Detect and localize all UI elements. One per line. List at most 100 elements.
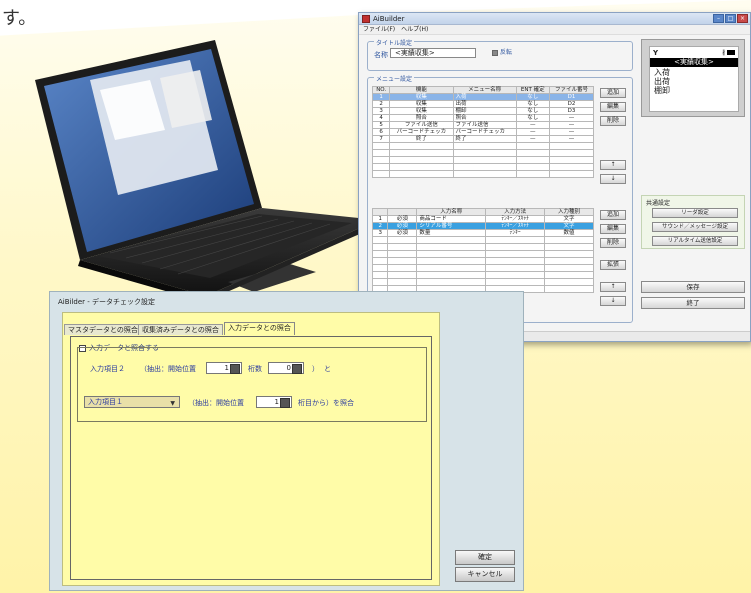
menu-delete-button[interactable]: 削除 — [600, 116, 626, 126]
table-cell: 1 — [371, 93, 391, 101]
battery-icon — [727, 50, 735, 55]
table-cell: 3 — [371, 229, 389, 237]
menu-table-row[interactable] — [371, 170, 595, 178]
table-cell: — — [548, 114, 595, 122]
tab-master-data[interactable]: マスタデータとの照合 — [64, 324, 142, 335]
input-table-row[interactable] — [371, 257, 594, 265]
menu-up-button[interactable]: ↑ — [600, 160, 626, 170]
menu-table-row[interactable] — [371, 156, 595, 164]
input-table-row[interactable] — [371, 264, 594, 272]
table-cell — [452, 170, 517, 178]
menu-down-button[interactable]: ↓ — [600, 174, 626, 184]
input-table-row[interactable]: 3 必須 数量 ﾃﾝｷｰ 数値 — [371, 229, 594, 237]
maximize-icon[interactable]: □ — [725, 14, 736, 23]
compare-item-select[interactable]: 入力項目１ ▼ — [84, 396, 180, 408]
table-cell: 文字 — [544, 215, 594, 223]
invert-checkbox-box[interactable] — [492, 50, 498, 56]
input-table-row[interactable] — [371, 250, 594, 258]
table-cell: 収集 — [389, 93, 454, 101]
table-cell — [515, 170, 550, 178]
table-cell — [371, 278, 389, 286]
input-extend-button[interactable]: 拡張 — [600, 260, 626, 270]
table-cell — [452, 163, 517, 171]
table-cell — [387, 236, 418, 244]
menu-file[interactable]: ファイル(F) — [363, 26, 395, 33]
menu-help[interactable]: ヘルプ(H) — [401, 26, 428, 33]
reader-settings-button[interactable]: リーダ設定 — [652, 208, 738, 218]
extract-start-label-1: （抽出：開始位置 — [140, 365, 196, 373]
table-cell: 商品コード — [416, 215, 487, 223]
terminal-preview: Y ∦ <実績収集> 入荷 出荷 棚卸 — [641, 39, 745, 117]
table-cell: 終了 — [389, 135, 454, 143]
table-cell — [452, 142, 517, 150]
ok-button[interactable]: 確定 — [455, 550, 515, 565]
input-table-row[interactable]: 1 必須 商品コード ﾃﾝｷｰ／ｽｷｬﾅ 文字 — [371, 215, 594, 223]
table-cell: なし — [515, 100, 550, 108]
menu-table-row[interactable]: 4 照合 照合 なし — — [371, 114, 595, 122]
terminal-status-bar: Y ∦ — [653, 49, 735, 57]
table-cell — [452, 156, 517, 164]
table-cell: — — [548, 135, 595, 143]
exit-button[interactable]: 終了 — [641, 297, 745, 309]
menu-table-row[interactable] — [371, 163, 595, 171]
table-cell: 必須 — [387, 215, 418, 223]
table-cell: 必須 — [387, 229, 418, 237]
menu-table-row[interactable]: 5 ファイル送信 ファイル送信 — — — [371, 121, 595, 129]
tab-collected-data[interactable]: 収集済みデータとの照合 — [138, 324, 223, 335]
sound-message-settings-button[interactable]: サウンド／メッセージ設定 — [652, 222, 738, 232]
menu-table-row[interactable] — [371, 149, 595, 157]
digits-stepper[interactable]: 0 — [268, 362, 304, 374]
menu-table-row[interactable]: 1 収集 入荷 なし D1 — [371, 93, 595, 101]
invert-checkbox[interactable]: 反転 — [492, 50, 512, 56]
table-cell: 1 — [371, 215, 389, 223]
table-cell: 2 — [371, 222, 389, 230]
menu-table-row[interactable]: 2 収集 出荷 なし D2 — [371, 100, 595, 108]
menu-col-no: NO. — [371, 86, 391, 94]
input-down-button[interactable]: ↓ — [600, 296, 626, 306]
table-cell — [389, 170, 454, 178]
input-add-button[interactable]: 追加 — [600, 210, 626, 220]
menu-table-row[interactable]: 3 収集 棚卸 なし D3 — [371, 107, 595, 115]
realtime-send-settings-button[interactable]: リアルタイム送信設定 — [652, 236, 738, 246]
table-cell — [371, 142, 391, 150]
input-table: 入力名称 入力方法 入力種別 1 必須 商品コード ﾃﾝｷｰ／ｽｷｬﾅ 文字 2 必須 シリア… — [371, 208, 594, 293]
start-position-stepper-2[interactable]: 1 — [256, 396, 292, 408]
menu-table-row[interactable]: 6 バーコードチェッカ バーコードチェッカ — — — [371, 128, 595, 136]
table-cell: 数値 — [544, 229, 594, 237]
window-controls: – □ × — [713, 14, 748, 23]
start-position-stepper-1[interactable]: 1 — [206, 362, 242, 374]
input-up-button[interactable]: ↑ — [600, 282, 626, 292]
table-cell — [387, 271, 418, 279]
save-button[interactable]: 保存 — [641, 281, 745, 293]
table-cell — [371, 170, 391, 178]
input-table-row[interactable] — [371, 271, 594, 279]
cancel-button[interactable]: キャンセル — [455, 567, 515, 582]
menu-table-row[interactable] — [371, 142, 595, 150]
terminal-item: 入荷 — [654, 68, 670, 77]
input-delete-button[interactable]: 削除 — [600, 238, 626, 248]
input-table-row[interactable] — [371, 236, 594, 244]
input-col-no — [371, 208, 389, 216]
input-table-row[interactable] — [371, 243, 594, 251]
window-title: AiBuilder — [373, 15, 405, 23]
table-cell — [371, 236, 389, 244]
menu-table-body: 1 収集 入荷 なし D1 2 収集 出荷 なし D2 3 収集 棚卸 なし D3 4 照合 照合 なし —5 ファイル… — [371, 93, 595, 178]
table-cell: — — [548, 128, 595, 136]
tab-input-data[interactable]: 入力データとの照合 — [224, 322, 295, 335]
minimize-icon[interactable]: – — [713, 14, 724, 23]
input-edit-button[interactable]: 編集 — [600, 224, 626, 234]
input-table-row[interactable] — [371, 278, 594, 286]
name-input[interactable]: <実績収集> — [390, 48, 476, 58]
input-table-row[interactable]: 2 必須 シリアル番号 ﾃﾝｷｰ／ｽｷｬﾅ 文字 — [371, 222, 594, 230]
menu-table-row[interactable]: 7 終了 終了 — — — [371, 135, 595, 143]
data-check-dialog: AiBilder - データチェック設定 マスタデータとの照合 収集済みデータと… — [49, 291, 524, 591]
menu-settings-label: メニュー設定 — [374, 74, 415, 83]
menu-edit-button[interactable]: 編集 — [600, 102, 626, 112]
bluetooth-icon: ∦ — [722, 49, 725, 56]
table-cell — [548, 156, 595, 164]
table-cell — [548, 142, 595, 150]
close-icon[interactable]: × — [737, 14, 748, 23]
table-cell: 数量 — [416, 229, 487, 237]
table-cell — [371, 156, 391, 164]
menu-add-button[interactable]: 追加 — [600, 88, 626, 98]
